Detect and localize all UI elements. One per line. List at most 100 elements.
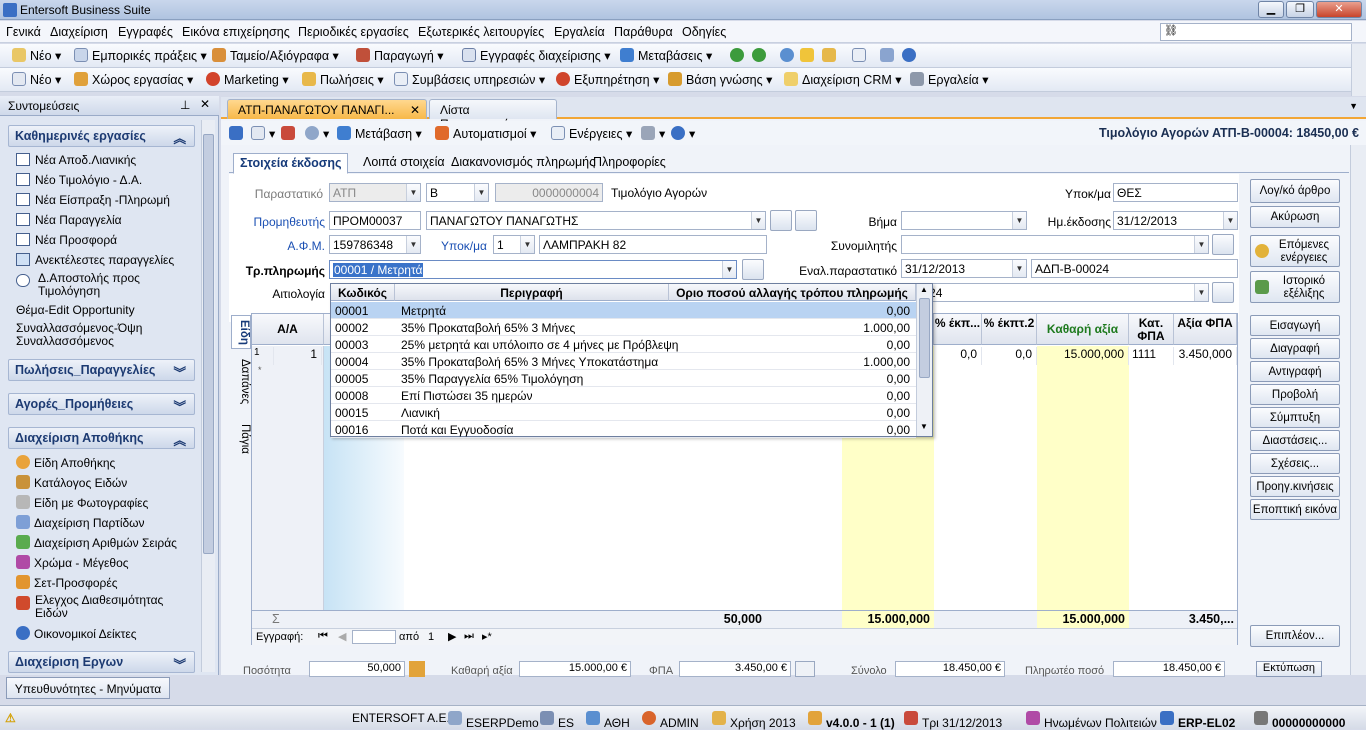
print-icon[interactable]: [281, 126, 299, 141]
last-record-icon[interactable]: ⏭: [464, 630, 474, 643]
vat-number-field[interactable]: 159786348 ▼: [329, 235, 421, 254]
shortcut-retail-receipt[interactable]: Νέα Αποδ.Λιανικής: [16, 153, 136, 167]
pin-icon[interactable]: ⊥: [180, 98, 190, 112]
shortcut-catalog[interactable]: Κατάλογος Ειδών: [16, 475, 127, 490]
refresh-supplier-icon[interactable]: [795, 210, 817, 231]
print-button[interactable]: Εκτύπωση: [1256, 661, 1322, 677]
group-daily-tasks[interactable]: Καθημερινές εργασίες ︽: [8, 125, 195, 147]
group-purchases[interactable]: Αγορές_Προμήθειες ︾: [8, 393, 195, 415]
new2-button[interactable]: Νέο ▾: [12, 72, 61, 87]
vtab-items[interactable]: Είδη: [231, 315, 251, 349]
overview-button[interactable]: Εποπτική εικόνα: [1250, 499, 1340, 520]
book-icon[interactable]: [880, 48, 898, 63]
help-icon[interactable]: [902, 48, 920, 63]
new-row-icon[interactable]: *: [258, 365, 262, 375]
calc-icon[interactable]: [409, 661, 425, 677]
maximize-icon[interactable]: ❐: [1286, 1, 1314, 18]
payment-calendar-icon[interactable]: [742, 259, 764, 280]
service-contracts-button[interactable]: Συμβάσεις υπηρεσιών ▾: [394, 72, 545, 87]
vat-detail-icon[interactable]: [795, 661, 815, 677]
dimensions-button[interactable]: Διαστάσεις...: [1250, 430, 1340, 451]
step-field[interactable]: ▼: [901, 211, 1027, 230]
menu-tools[interactable]: Εργαλεία: [554, 25, 605, 39]
payment-option[interactable]: 00003 25% μετρητά και υπόλοιπο σε 4 μήνες…: [331, 336, 916, 353]
commercial-button[interactable]: Εμπορικές πράξεις ▾: [74, 48, 207, 63]
transition-button[interactable]: Μετάβαση ▾: [337, 126, 422, 141]
payment-method-field[interactable]: 00001 / Μετρητά ▼: [329, 260, 737, 279]
add-contact-icon[interactable]: [1212, 234, 1234, 255]
management-entries-button[interactable]: Εγγραφές διαχείρισης ▾: [462, 48, 611, 63]
copy-button[interactable]: Αντιγραφή: [1250, 361, 1340, 382]
minimize-icon[interactable]: ▁: [1258, 1, 1284, 18]
subsidiary-field[interactable]: ΘΕΣ: [1113, 183, 1238, 202]
payment-option[interactable]: 00002 35% Προκαταβολή 65% 3 Μήνες 1.000,00: [331, 319, 916, 336]
toolbar-scrollbar[interactable]: [1351, 44, 1366, 96]
journal-entry-button[interactable]: Λογ/κό άρθρο: [1250, 179, 1340, 203]
cell-aa[interactable]: 1: [282, 347, 322, 365]
next-actions-button[interactable]: Επόμενες ενέργειες: [1250, 235, 1340, 267]
shortcut-delivery[interactable]: Δ.Αποστολής προς Τιμολόγηση: [16, 272, 186, 298]
shortcut-pending-orders[interactable]: Ανεκτέλεστες παραγγελίες: [16, 253, 174, 267]
shortcut-sets[interactable]: Σετ-Προσφορές: [16, 575, 118, 590]
label-supplier[interactable]: Προμηθευτής: [239, 215, 325, 229]
cash-button[interactable]: Ταμείο/Αξιόγραφα ▾: [212, 48, 339, 63]
shortcut-invoice[interactable]: Νέο Τιμολόγιο - Δ.Α.: [16, 173, 142, 187]
save-icon[interactable]: [229, 126, 247, 141]
payment-option[interactable]: 00001 Μετρητά 0,00: [331, 302, 916, 319]
payment-option[interactable]: 00005 35% Παραγγελία 65% Τιμολόγηση 0,00: [331, 370, 916, 387]
cell-disc2[interactable]: 0,0: [982, 347, 1037, 365]
warning-icon[interactable]: ⚠: [5, 711, 16, 725]
shortcut-financial-indicators[interactable]: Οικονομικοί Δείκτες: [16, 626, 137, 641]
popup-scrollbar[interactable]: ▲ ▼: [916, 284, 932, 436]
forward-icon[interactable]: [752, 48, 770, 63]
tab-document[interactable]: ΑΤΠ-ΠΑΝΑΓΩΤΟΥ ΠΑΝΑΓΙ... ✕: [227, 99, 427, 119]
group-warehouse[interactable]: Διαχείριση Αποθήκης ︽: [8, 427, 195, 449]
menu-manage[interactable]: Διαχείριση: [50, 25, 108, 39]
supplier-name-field[interactable]: ΠΑΝΑΓΩΤΟΥ ΠΑΝΑΓΩΤΗΣ ▼: [426, 211, 766, 230]
main-scrollbar[interactable]: [1350, 145, 1366, 675]
cell-disc1[interactable]: 0,0: [934, 347, 982, 365]
series-field[interactable]: Β ▼: [426, 183, 489, 202]
vtab-assets[interactable]: Πάγια: [231, 419, 251, 459]
favorites-icon[interactable]: [800, 48, 818, 63]
col-disc2[interactable]: % έκπτ.2: [982, 314, 1037, 345]
insert-button[interactable]: Εισαγωγή: [1250, 315, 1340, 336]
globe-icon[interactable]: [780, 48, 798, 63]
add-supplier-icon[interactable]: [770, 210, 792, 231]
transitions-button[interactable]: Μεταβάσεις ▾: [620, 48, 712, 63]
back-icon[interactable]: [730, 48, 748, 63]
menu-entries[interactable]: Εγγραφές: [118, 25, 173, 39]
menu-general[interactable]: Γενικά: [6, 25, 41, 39]
shortcut-batches[interactable]: Διαχείριση Παρτίδων: [16, 515, 145, 530]
sales-button[interactable]: Πωλήσεις ▾: [302, 72, 384, 87]
popup-col-description[interactable]: Περιγραφή: [395, 284, 669, 301]
branch-field[interactable]: 1 ▼: [493, 235, 535, 254]
marketing-button[interactable]: Marketing ▾: [206, 72, 289, 87]
sidebar-scrollbar[interactable]: [201, 120, 215, 672]
scroll-up-icon[interactable]: ▲: [920, 285, 928, 294]
shortcut-color-size[interactable]: Χρώμα - Μέγεθος: [16, 555, 129, 570]
col-aa[interactable]: Α/Α: [252, 314, 324, 345]
shortcut-payment[interactable]: Νέα Είσπραξη -Πληρωμή: [16, 193, 170, 207]
vtab-expenses[interactable]: Δαπάνες: [231, 357, 251, 407]
previous-moves-button[interactable]: Προηγ.κινήσεις: [1250, 476, 1340, 497]
tabs-menu-icon[interactable]: ▼: [1349, 101, 1358, 111]
popup-col-code[interactable]: Κωδικός: [331, 284, 395, 301]
payment-option[interactable]: 00004 35% Προκαταβολή 65% 3 Μήνες Υποκατά…: [331, 353, 916, 370]
shortcut-opportunity[interactable]: Θέμα-Edit Opportunity: [16, 304, 135, 317]
close-tab-icon[interactable]: ✕: [410, 103, 420, 117]
knowledge-base-button[interactable]: Βάση γνώσης ▾: [668, 72, 772, 87]
menu-company-view[interactable]: Εικόνα επιχείρησης: [182, 25, 290, 39]
tab-doc-list[interactable]: Λίστα Παραστατικών: [429, 99, 557, 131]
close-pane-icon[interactable]: ✕: [200, 97, 210, 111]
document-type-field[interactable]: ΑΤΠ ▼: [329, 183, 421, 202]
shortcut-trader-view[interactable]: Συναλλασσόμενος-Όψη Συναλλασσόμενος: [16, 322, 186, 348]
popup-col-limit[interactable]: Οριο ποσού αλλαγής τρόπου πληρωμής: [669, 284, 916, 301]
printer-icon[interactable]: ▾: [641, 126, 665, 141]
alt-document-field[interactable]: ΑΔΠ-Β-00024: [1031, 259, 1238, 278]
contact-field[interactable]: ▼: [901, 235, 1209, 254]
record-input[interactable]: [352, 630, 396, 644]
next-record-icon[interactable]: ▶: [448, 630, 456, 643]
label-branch[interactable]: Υποκ/μα: [425, 239, 487, 253]
number-field[interactable]: 0000000004: [495, 183, 603, 202]
